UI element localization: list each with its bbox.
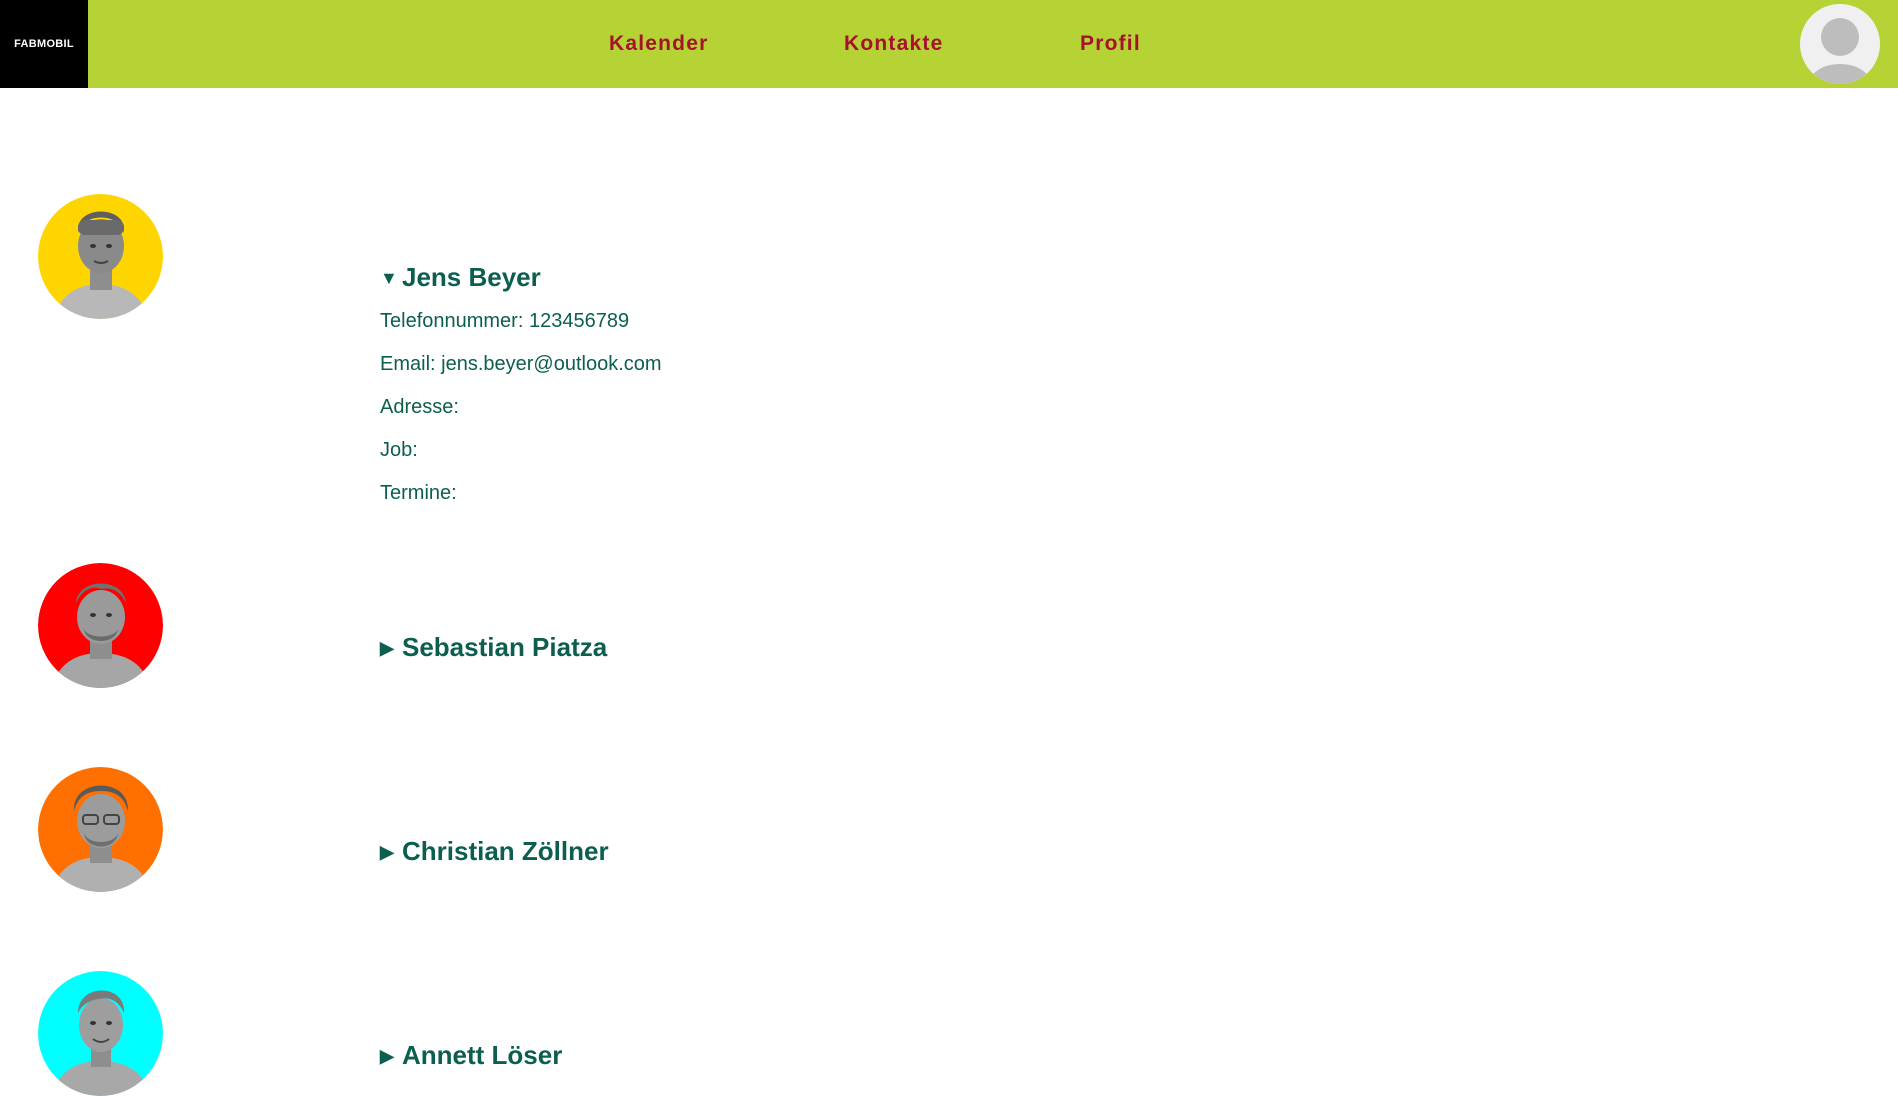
contact-address: Adresse: (380, 396, 459, 418)
nav-link-profil[interactable]: Profil (1080, 0, 1141, 88)
top-nav-bar: FABMOBIL Kalender Kontakte Profil (0, 0, 1898, 88)
contact-name-text: Jens Beyer (402, 262, 541, 292)
logo-text: FABMOBIL (14, 38, 74, 50)
contact-avatar (38, 563, 163, 688)
contact-email: Email: jens.beyer@outlook.com (380, 353, 662, 375)
user-avatar-icon[interactable] (1800, 4, 1880, 84)
contact-avatar (38, 971, 163, 1096)
contact-avatar (38, 194, 163, 319)
contact-appointments: Termine: (380, 482, 457, 504)
caret-down-icon: ▼ (380, 268, 398, 288)
caret-right-icon: ▶ (380, 638, 394, 658)
fabmobil-logo[interactable]: FABMOBIL (0, 0, 88, 88)
contact-name-toggle[interactable]: ▶ Annett Löser (380, 1040, 562, 1071)
contact-name-toggle[interactable]: ▼ Jens Beyer (380, 262, 541, 293)
nav-link-kontakte[interactable]: Kontakte (844, 0, 943, 88)
contact-name-toggle[interactable]: ▶ Christian Zöllner (380, 836, 609, 867)
contact-avatar (38, 767, 163, 892)
contact-phone: Telefonnummer: 123456789 (380, 310, 630, 332)
contact-name-text: Christian Zöllner (402, 836, 609, 866)
contact-name-text: Sebastian Piatza (402, 632, 608, 662)
caret-right-icon: ▶ (380, 842, 394, 862)
caret-right-icon: ▶ (380, 1046, 394, 1066)
contact-name-toggle[interactable]: ▶ Sebastian Piatza (380, 632, 607, 663)
contact-job: Job: (380, 439, 418, 461)
contact-name-text: Annett Löser (402, 1040, 563, 1070)
nav-link-kalender[interactable]: Kalender (609, 0, 708, 88)
